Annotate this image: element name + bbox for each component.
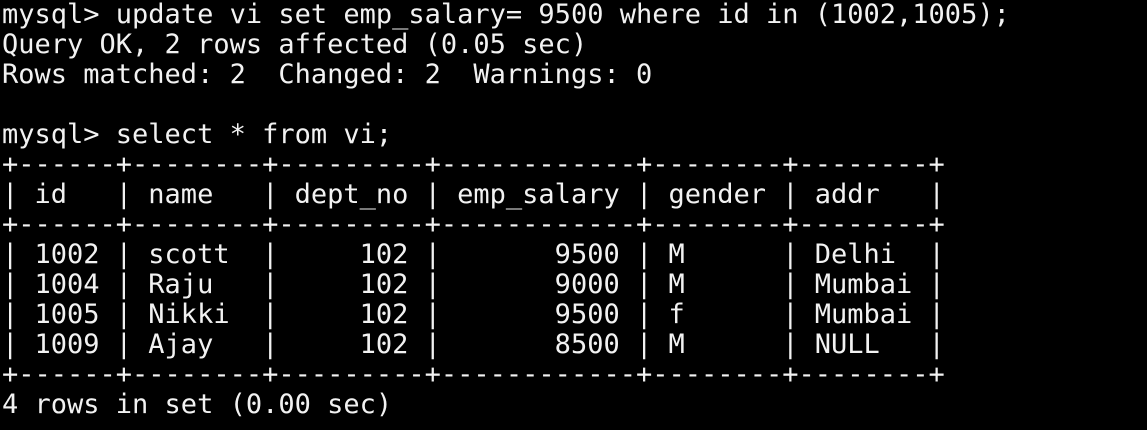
rows-matched-line: Rows matched: 2 Changed: 2 Warnings: 0 <box>2 59 653 90</box>
table-border-bottom: +------+--------+---------+------------+… <box>2 359 945 390</box>
select-command-line: mysql> select * from vi; <box>2 119 393 150</box>
terminal-window[interactable]: mysql> update vi set emp_salary= 9500 wh… <box>0 0 1147 430</box>
rows-in-set-line: 4 rows in set (0.00 sec) <box>2 389 393 420</box>
table-row: | 1005 | Nikki | 102 | 9500 | f | Mumbai… <box>2 299 945 330</box>
table-header-row: | id | name | dept_no | emp_salary | gen… <box>2 179 945 210</box>
table-border-header: +------+--------+---------+------------+… <box>2 209 945 240</box>
table-border-top: +------+--------+---------+------------+… <box>2 149 945 180</box>
table-row: | 1009 | Ajay | 102 | 8500 | M | NULL | <box>2 329 945 360</box>
table-row: | 1004 | Raju | 102 | 9000 | M | Mumbai … <box>2 269 945 300</box>
query-ok-result-line: Query OK, 2 rows affected (0.05 sec) <box>2 29 588 60</box>
update-command-line: mysql> update vi set emp_salary= 9500 wh… <box>2 0 1010 30</box>
table-row: | 1002 | scott | 102 | 9500 | M | Delhi … <box>2 239 945 270</box>
